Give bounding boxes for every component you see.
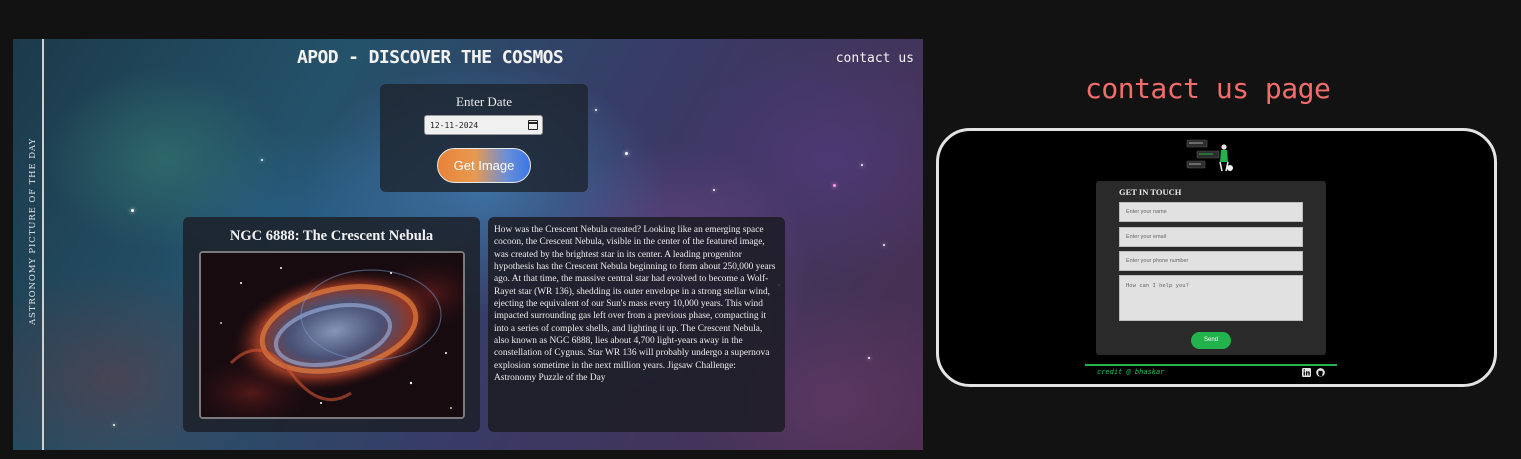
date-input[interactable]: 12-11-2024: [424, 115, 543, 135]
page-title: APOD - DISCOVER THE COSMOS: [297, 47, 564, 68]
star: [861, 164, 863, 166]
footer-divider: [1085, 364, 1337, 366]
star: [131, 209, 134, 212]
contact-form: GET IN TOUCH Enter your name Enter your …: [1096, 181, 1326, 355]
get-image-button[interactable]: Get Image: [437, 148, 531, 183]
nebula-graphic: [201, 253, 463, 417]
apod-page-screenshot: ASTRONOMY PICTURE OF THE DAY APOD - DISC…: [13, 39, 923, 450]
date-picker-card: Enter Date 12-11-2024 Get Image: [380, 84, 588, 192]
image-title: NGC 6888: The Crescent Nebula: [229, 228, 434, 244]
description-card: How was the Crescent Nebula created? Loo…: [488, 217, 785, 432]
star: [713, 189, 715, 191]
calendar-icon[interactable]: [528, 120, 538, 130]
credit-text: credit @ bhaskar: [1097, 368, 1165, 376]
star: [261, 159, 263, 161]
send-button[interactable]: Send: [1191, 332, 1231, 349]
star: [113, 424, 115, 426]
form-title: GET IN TOUCH: [1119, 187, 1182, 197]
image-description: How was the Crescent Nebula created? Loo…: [494, 225, 776, 384]
star: [868, 357, 870, 359]
date-value: 12-11-2024: [430, 121, 479, 130]
nebula-image: [199, 251, 465, 419]
contact-us-link[interactable]: contact us: [836, 51, 914, 66]
message-textarea[interactable]: How can I help you?: [1119, 275, 1303, 321]
star: [625, 152, 628, 155]
contact-page-heading: contact us page: [1085, 72, 1331, 105]
star: [595, 109, 597, 111]
linkedin-icon[interactable]: [1302, 368, 1311, 377]
email-input[interactable]: Enter your email: [1119, 227, 1303, 247]
star: [883, 244, 885, 246]
image-card: NGC 6888: The Crescent Nebula: [183, 217, 480, 432]
sidebar-divider: [42, 39, 44, 450]
star: [833, 184, 836, 187]
name-input[interactable]: Enter your name: [1119, 202, 1303, 222]
vertical-site-title: ASTRONOMY PICTURE OF THE DAY: [28, 137, 38, 325]
github-icon[interactable]: [1316, 368, 1325, 377]
phone-input[interactable]: Enter your phone number: [1119, 251, 1303, 271]
contact-illustration: [1186, 139, 1233, 172]
date-label: Enter Date: [456, 94, 512, 109]
